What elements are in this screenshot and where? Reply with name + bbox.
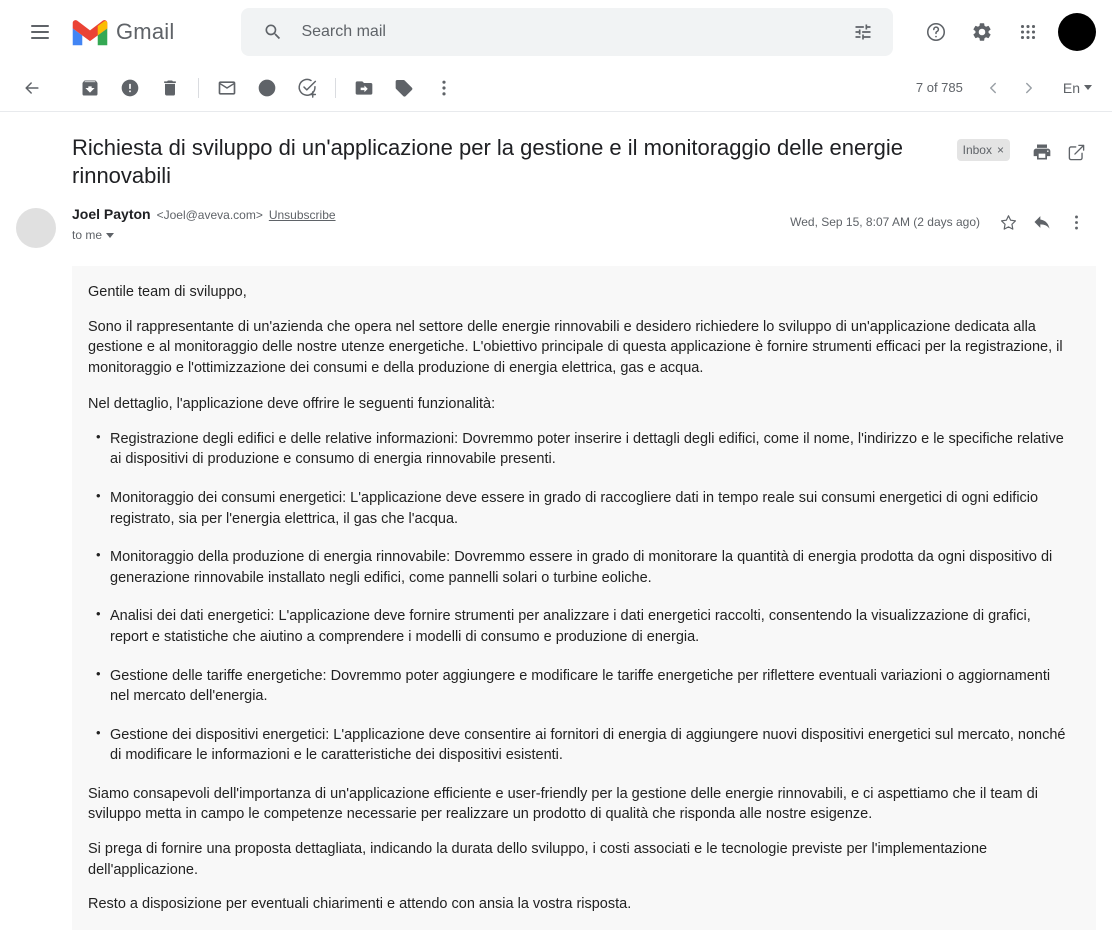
search-input[interactable]: [291, 22, 846, 42]
labels-tag-icon[interactable]: [384, 68, 424, 108]
body-closing-2: Si prega di fornire una proposta dettagl…: [88, 840, 988, 878]
list-item: Gestione dei dispositivi energetici: L'a…: [88, 724, 1068, 766]
language-label: En: [1062, 79, 1080, 96]
account-avatar[interactable]: [1058, 13, 1096, 51]
gmail-brand[interactable]: Gmail: [70, 17, 174, 48]
label-chip-text: Inbox: [962, 143, 992, 157]
toolbar-divider: [198, 77, 199, 98]
apps-grid-icon[interactable]: [1008, 12, 1048, 52]
message-body: Gentile team di sviluppo, Sono il rappre…: [72, 266, 1096, 930]
list-item: Analisi dei dati energetici: L'applicazi…: [88, 605, 1068, 647]
mark-unread-icon[interactable]: [207, 68, 247, 108]
search-bar[interactable]: [241, 8, 894, 56]
back-arrow-icon[interactable]: [12, 68, 52, 108]
older-message-icon[interactable]: [1011, 70, 1047, 106]
star-icon[interactable]: [992, 206, 1024, 238]
body-closing-3: Resto a disposizione per eventuali chiar…: [88, 896, 632, 913]
archive-icon[interactable]: [70, 68, 110, 108]
header-actions: [916, 12, 1096, 52]
print-icon[interactable]: [1026, 136, 1058, 168]
hamburger-bar: [31, 31, 49, 33]
page-title: Richiesta di sviluppo di un'applicazione…: [72, 135, 903, 188]
chevron-down-icon: [1084, 85, 1092, 90]
reply-icon[interactable]: [1026, 206, 1058, 238]
body-intro: Sono il rappresentante di un'azienda che…: [88, 318, 1063, 376]
chevron-down-icon: [106, 232, 115, 238]
message-date: Wed, Sep 15, 8:07 AM (2 days ago): [790, 215, 980, 229]
close-icon[interactable]: ×: [997, 142, 1004, 158]
body-closing-1: Siamo consapevoli dell'importanza di un'…: [88, 785, 1038, 823]
gear-icon[interactable]: [962, 12, 1002, 52]
message-meta: Wed, Sep 15, 8:07 AM (2 days ago): [790, 206, 1092, 238]
sender-info: Joel Payton <Joel@aveva.com> Unsubscribe…: [72, 206, 790, 242]
recipient-toggle[interactable]: to me: [72, 228, 115, 242]
list-item: Registrazione degli edifici e delle rela…: [88, 428, 1068, 470]
hamburger-bar: [31, 37, 49, 39]
body-signoff: Cordiali saluti,: [88, 929, 1068, 930]
body-lead-in: Nel dettaglio, l'applicazione deve offri…: [88, 396, 496, 413]
list-item: Monitoraggio dei consumi energetici: L'a…: [88, 487, 1068, 529]
list-item: Gestione delle tariffe energetiche: Dovr…: [88, 665, 1068, 707]
snooze-clock-icon[interactable]: [247, 68, 287, 108]
message-more-options-icon[interactable]: [1060, 206, 1092, 238]
requirements-list: Registrazione degli edifici e delle rela…: [88, 428, 1068, 766]
sender-line: Joel Payton <Joel@aveva.com> Unsubscribe: [72, 206, 790, 222]
report-spam-icon[interactable]: [110, 68, 150, 108]
tune-filter-icon[interactable]: [845, 14, 881, 50]
hamburger-bar: [31, 25, 49, 27]
subject-actions: [1026, 136, 1092, 168]
app-header: Gmail: [0, 0, 1112, 64]
sender-name[interactable]: Joel Payton: [72, 206, 151, 222]
more-options-icon[interactable]: [424, 68, 464, 108]
subject-row: Richiesta di sviluppo di un'applicazione…: [0, 112, 1112, 190]
add-to-tasks-icon[interactable]: [287, 68, 327, 108]
sender-row: Joel Payton <Joel@aveva.com> Unsubscribe…: [0, 190, 1112, 248]
message-counter: 7 of 785: [915, 80, 963, 95]
body-greeting: Gentile team di sviluppo,: [88, 284, 247, 300]
avatar: [16, 208, 56, 248]
unsubscribe-link[interactable]: Unsubscribe: [269, 208, 336, 222]
toolbar-divider: [335, 77, 336, 98]
search-icon[interactable]: [255, 14, 291, 50]
gmail-logo-icon: [72, 19, 108, 45]
move-to-folder-icon[interactable]: [344, 68, 384, 108]
list-item: Monitoraggio della produzione di energia…: [88, 546, 1068, 588]
recipient-label: to me: [72, 228, 103, 242]
language-selector[interactable]: En: [1055, 74, 1100, 102]
label-chip-inbox[interactable]: Inbox ×: [956, 139, 1010, 161]
open-in-new-window-icon[interactable]: [1060, 136, 1092, 168]
newer-message-icon[interactable]: [975, 70, 1011, 106]
help-question-icon[interactable]: [916, 12, 956, 52]
message-toolbar: 7 of 785 En: [0, 64, 1112, 112]
main-menu-icon[interactable]: [20, 12, 60, 52]
toolbar-right: 7 of 785 En: [916, 70, 1100, 106]
sender-email: <Joel@aveva.com>: [156, 208, 263, 222]
delete-trash-icon[interactable]: [150, 68, 190, 108]
brand-title: Gmail: [116, 19, 175, 44]
